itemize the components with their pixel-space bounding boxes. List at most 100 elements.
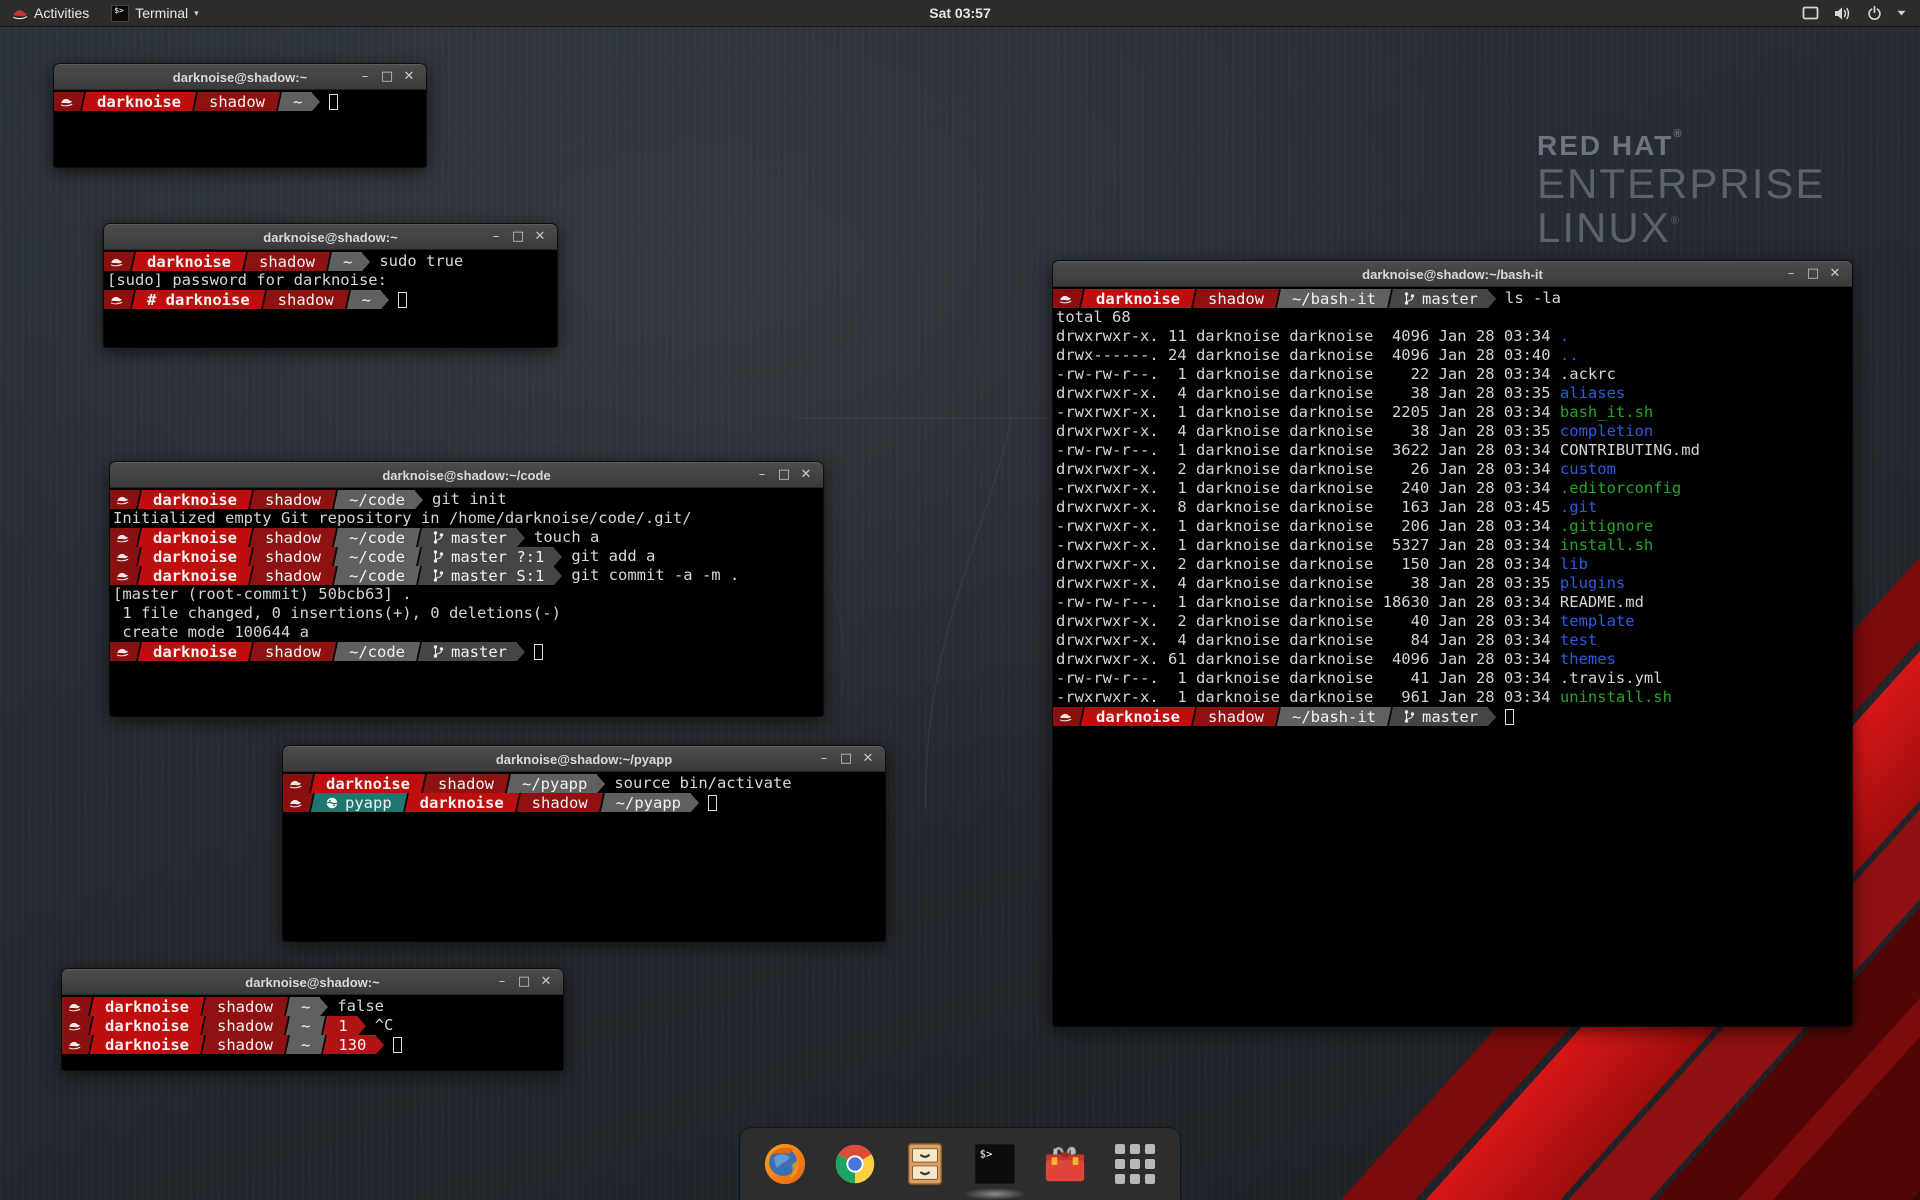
app-grid-icon[interactable] [1112,1141,1158,1187]
ls-row-filename: test [1560,631,1597,649]
terminal-window[interactable]: darknoise@shadow:~–□✕darknoiseshadow~sud… [104,224,557,347]
powerline-separator-icon [415,547,423,566]
terminal-window[interactable]: darknoise@shadow:~/code–□✕darknoiseshado… [110,462,823,716]
terminal-window[interactable]: darknoise@shadow:~–□✕darknoiseshadow~fal… [62,969,563,1070]
maximize-button[interactable]: □ [1805,262,1821,286]
powerline-separator-icon [308,793,316,812]
minimize-button[interactable]: – [1783,262,1799,286]
minimize-button[interactable]: – [357,65,373,89]
ls-row-filename: lib [1560,555,1588,573]
maximize-button[interactable]: □ [516,970,532,994]
terminal-body[interactable]: darknoiseshadow~/codegit initInitialized… [110,488,823,661]
prompt-segment-path: ~/pyapp [606,793,691,812]
prompt-segment-path: ~/code [339,566,415,585]
toolbox-icon[interactable] [1042,1141,1088,1187]
prompt-segment-git: master ?:1 [423,547,554,566]
power-icon[interactable] [1867,6,1882,21]
close-button[interactable]: ✕ [532,225,548,249]
files-icon[interactable] [902,1141,948,1187]
ls-output-row: drwxrwxr-x. 8 darknoise darknoise 163 Ja… [1053,498,1852,517]
prompt-segment-path: ~ [291,997,320,1016]
powerline-separator-icon [135,490,143,509]
powerline-separator-icon [247,642,255,661]
terminal-body[interactable]: darknoiseshadow~ [54,90,426,111]
minimize-button[interactable]: – [488,225,504,249]
prompt-segment-exit: 1 [328,1016,357,1035]
prompt-segment-host: shadow [1198,707,1274,726]
firefox-icon[interactable] [762,1141,808,1187]
app-menu-terminal[interactable]: $> Terminal ▾ [101,0,208,26]
prompt-segment-host: shadow [522,793,598,812]
terminal-window[interactable]: darknoise@shadow:~/pyapp–□✕darknoiseshad… [283,746,885,941]
prompt-segment-user: darknoise [87,92,191,111]
ls-output-row: drwxrwxr-x. 4 darknoise darknoise 38 Jan… [1053,422,1852,441]
powerline-separator-icon [1078,707,1086,726]
powerline-separator-icon [247,490,255,509]
clock[interactable]: Sat 03:57 [929,5,990,21]
ls-row-filename: plugins [1560,574,1625,592]
terminal-output-line: [master (root-commit) 50bcb63] . [110,585,823,604]
prompt-segment-user: darknoise [95,1016,199,1035]
prompt-line: darknoiseshadow~/codemastertouch a [110,528,823,547]
powerline-separator-icon [331,490,339,509]
running-indicator-glow [963,1188,1027,1200]
window-titlebar[interactable]: darknoise@shadow:~–□✕ [104,224,557,250]
powerline-separator-icon [135,642,143,661]
powerline-separator-icon [199,1035,207,1054]
ls-output-row: drwxrwxr-x. 2 darknoise darknoise 26 Jan… [1053,460,1852,479]
prompt-segment-user: darknoise [143,547,247,566]
prompt-segment-hat [1053,707,1078,726]
powerline-separator-icon [415,566,423,585]
maximize-button[interactable]: □ [510,225,526,249]
minimize-button[interactable]: – [754,463,770,487]
close-button[interactable]: ✕ [1827,262,1843,286]
ls-output-row: drwxrwxr-x. 4 darknoise darknoise 38 Jan… [1053,384,1852,403]
redhat-fedora-icon [116,570,129,581]
volume-icon[interactable] [1834,6,1852,21]
minimize-button[interactable]: – [816,747,832,771]
terminal-cursor [393,1037,402,1053]
powerline-separator-icon [283,1016,291,1035]
prompt-line: darknoiseshadow~/codemaster ?:1git add a [110,547,823,566]
activities-button[interactable]: Activities [0,0,101,26]
maximize-button[interactable]: □ [379,65,395,89]
terminal-window[interactable]: darknoise@shadow:~/bash-it–□✕darknoisesh… [1053,261,1852,1026]
window-titlebar[interactable]: darknoise@shadow:~–□✕ [54,64,426,90]
close-button[interactable]: ✕ [401,65,417,89]
status-area[interactable] [1802,0,1920,26]
close-button[interactable]: ✕ [538,970,554,994]
prompt-segment-path: ~ [333,252,362,271]
ls-output-row: drwxrwxr-x. 4 darknoise darknoise 38 Jan… [1053,574,1852,593]
terminal-icon[interactable]: $> [972,1141,1018,1187]
terminal-body[interactable]: darknoiseshadow~sudo true[sudo] password… [104,250,557,309]
terminal-body[interactable]: darknoiseshadow~/bash-itmasterls -latota… [1053,287,1852,726]
chevron-down-icon: ▾ [194,8,199,19]
prompt-segment-host: shadow [255,642,331,661]
maximize-button[interactable]: □ [838,747,854,771]
powerline-arrow-icon [597,775,605,793]
ls-row-details: drwxrwxr-x. 4 darknoise darknoise 38 Jan… [1056,574,1560,592]
maximize-button[interactable]: □ [776,463,792,487]
window-titlebar[interactable]: darknoise@shadow:~/pyapp–□✕ [283,746,885,772]
git-branch-icon [433,549,444,564]
command-text: false [337,997,384,1016]
close-button[interactable]: ✕ [860,747,876,771]
prompt-segment-host: shadow [428,774,504,793]
minimize-button[interactable]: – [494,970,510,994]
terminal-body[interactable]: darknoiseshadow~falsedarknoiseshadow~1^C… [62,995,563,1054]
terminal-cursor [708,795,717,811]
window-controls: –□✕ [494,970,563,994]
prompt-segment-hat [283,774,308,793]
redhat-fedora-icon [116,494,129,505]
terminal-body[interactable]: darknoiseshadow~/pyappsource bin/activat… [283,772,885,812]
powerline-arrow-icon [517,529,525,547]
window-titlebar[interactable]: darknoise@shadow:~/bash-it–□✕ [1053,261,1852,287]
terminal-window[interactable]: darknoise@shadow:~–□✕darknoiseshadow~ [54,64,426,167]
terminal-cursor [1505,709,1514,725]
prompt-segment-hat [110,566,135,585]
window-titlebar[interactable]: darknoise@shadow:~–□✕ [62,969,563,995]
window-titlebar[interactable]: darknoise@shadow:~/code–□✕ [110,462,823,488]
chrome-icon[interactable] [832,1141,878,1187]
screen-icon[interactable] [1802,6,1819,20]
close-button[interactable]: ✕ [798,463,814,487]
